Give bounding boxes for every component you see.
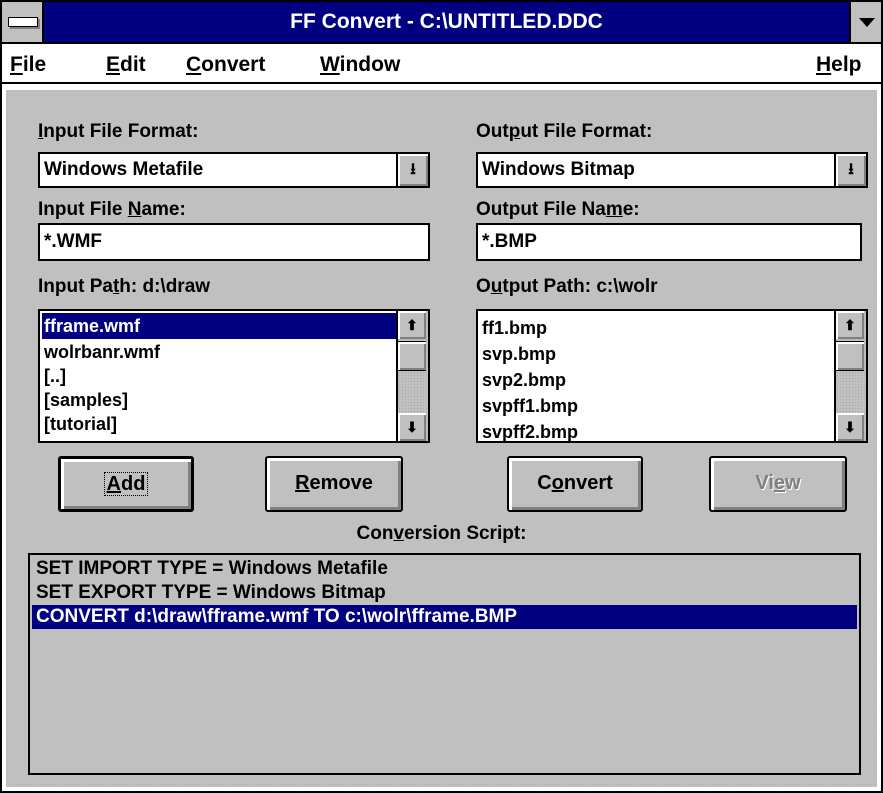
window-title: FF Convert - C:\UNTITLED.DDC [290, 10, 603, 33]
list-item[interactable]: [..] [42, 363, 66, 389]
menu-help[interactable]: Help [816, 50, 862, 80]
menu-edit[interactable]: Edit [106, 50, 146, 80]
script-line[interactable]: CONVERT d:\draw\fframe.wmf TO c:\wolr\ff… [32, 605, 857, 629]
list-item[interactable]: wolrbanr.wmf [42, 339, 160, 365]
scroll-thumb[interactable] [398, 341, 426, 371]
input-file-name-value: *.WMF [44, 231, 103, 252]
input-format-select[interactable]: Windows Metafile ⭳ [38, 152, 430, 188]
input-format-label: Input File Format: [38, 121, 199, 142]
dropdown-arrow-icon[interactable]: ⭳ [834, 154, 866, 186]
dialog-panel: Input File Format: Windows Metafile ⭳ In… [10, 97, 873, 783]
menu-convert[interactable]: Convert [186, 50, 265, 80]
scroll-down-arrow-icon[interactable]: ⬇ [398, 413, 426, 441]
scroll-up-arrow-icon[interactable]: ⬆ [398, 311, 426, 339]
input-path-label: Input Path: d:\draw [38, 276, 211, 297]
add-button[interactable]: Add [58, 456, 194, 512]
conversion-script-label: Conversion Script: [356, 523, 527, 544]
list-item[interactable]: [tutorial] [42, 411, 117, 437]
input-format-value: Windows Metafile [44, 159, 204, 180]
menu-window[interactable]: Window [320, 50, 400, 80]
remove-button[interactable]: Remove [265, 456, 403, 512]
output-file-name-label: Output File Name: [476, 199, 640, 220]
output-file-name-value: *.BMP [482, 231, 537, 252]
input-file-list[interactable]: fframe.wmf wolrbanr.wmf [..] [samples] [… [38, 309, 430, 443]
menu-bar: File Edit Convert Window Help [2, 46, 881, 84]
output-file-list[interactable]: ff1.bmp svp.bmp svp2.bmp svpff1.bmp svpf… [476, 309, 868, 443]
title-bar[interactable]: FF Convert - C:\UNTITLED.DDC [2, 2, 881, 44]
input-file-name-field[interactable]: *.WMF [38, 223, 430, 261]
output-file-name-field[interactable]: *.BMP [476, 223, 862, 261]
conversion-script-list[interactable]: SET IMPORT TYPE = Windows Metafile SET E… [28, 553, 861, 775]
list-item[interactable]: ff1.bmp [480, 315, 547, 341]
dropdown-arrow-icon[interactable]: ⭳ [396, 154, 428, 186]
minimize-arrow-icon[interactable] [849, 2, 881, 42]
list-item[interactable]: fframe.wmf [42, 313, 396, 339]
input-file-name-label: Input File Name: [38, 199, 186, 220]
scroll-up-arrow-icon[interactable]: ⬆ [836, 311, 864, 339]
script-line[interactable]: SET IMPORT TYPE = Windows Metafile [32, 557, 857, 581]
system-menu-icon[interactable] [2, 2, 44, 42]
list-item[interactable]: svp2.bmp [480, 367, 566, 393]
scroll-thumb[interactable] [836, 341, 864, 371]
list-item[interactable]: [samples] [42, 387, 128, 413]
output-format-select[interactable]: Windows Bitmap ⭳ [476, 152, 868, 188]
output-path-label: Output Path: c:\wolr [476, 276, 658, 297]
output-format-value: Windows Bitmap [482, 159, 635, 180]
list-item[interactable]: svp.bmp [480, 341, 556, 367]
script-line[interactable]: SET EXPORT TYPE = Windows Bitmap [32, 581, 857, 605]
scroll-down-arrow-icon[interactable]: ⬇ [836, 413, 864, 441]
menu-file[interactable]: File [10, 50, 46, 80]
input-list-scrollbar[interactable]: ⬆ ⬇ [396, 311, 428, 441]
output-list-scrollbar[interactable]: ⬆ ⬇ [834, 311, 866, 441]
view-button[interactable]: View [709, 456, 847, 512]
list-item[interactable]: svpff1.bmp [480, 393, 578, 419]
list-item[interactable]: svpff2.bmp [480, 419, 578, 441]
convert-button[interactable]: Convert [507, 456, 643, 512]
output-format-label: Output File Format: [476, 121, 653, 142]
